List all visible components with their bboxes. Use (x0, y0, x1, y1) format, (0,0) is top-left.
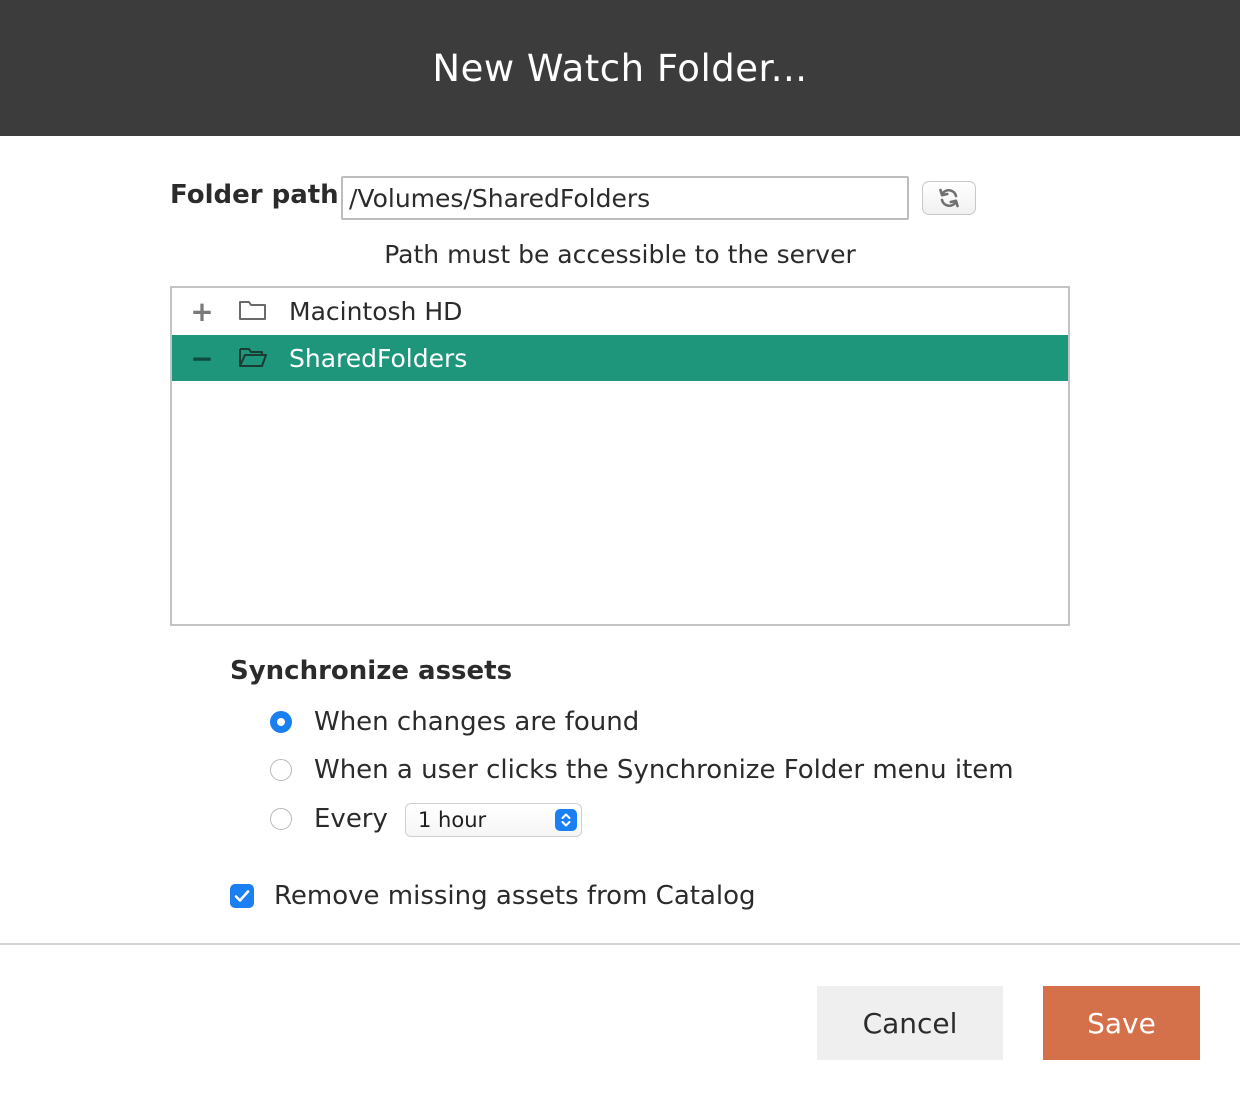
radio-label: When a user clicks the Synchronize Folde… (314, 755, 1014, 785)
tree-item-label: SharedFolders (289, 343, 468, 373)
radio-when-user-clicks[interactable]: When a user clicks the Synchronize Folde… (270, 752, 1014, 788)
tree-item-macintosh-hd[interactable]: + Macintosh HD (172, 288, 1068, 334)
radio-label: When changes are found (314, 707, 640, 737)
radio-every[interactable]: Every (270, 801, 388, 837)
folder-closed-icon (239, 301, 266, 320)
expand-icon[interactable]: + (190, 295, 214, 328)
footer-divider (0, 943, 1240, 945)
radio-label: Every (314, 804, 388, 834)
dialog-title-bar: New Watch Folder... (0, 0, 1240, 136)
refresh-icon (939, 188, 959, 208)
dialog-title: New Watch Folder... (432, 46, 808, 90)
radio-button[interactable] (270, 711, 292, 733)
tree-item-sharedfolders[interactable]: − SharedFolders (172, 335, 1068, 381)
save-button[interactable]: Save (1043, 986, 1200, 1060)
folder-tree[interactable]: + Macintosh HD − SharedFolders (170, 286, 1070, 626)
path-hint-text: Path must be accessible to the server (384, 240, 856, 269)
refresh-button[interactable] (922, 181, 976, 215)
radio-when-changes-found[interactable]: When changes are found (270, 704, 639, 740)
folder-path-label: Folder path (170, 180, 339, 210)
checkmark-icon (234, 890, 250, 902)
interval-select-value: 1 hour (418, 808, 487, 832)
folder-path-input[interactable] (341, 176, 909, 220)
interval-select[interactable]: 1 hour (405, 803, 582, 837)
collapse-icon[interactable]: − (190, 342, 214, 375)
radio-button[interactable] (270, 759, 292, 781)
remove-missing-label: Remove missing assets from Catalog (274, 881, 756, 911)
cancel-button[interactable]: Cancel (817, 986, 1003, 1060)
sync-assets-heading: Synchronize assets (230, 656, 513, 686)
remove-missing-checkbox[interactable] (230, 884, 254, 908)
folder-open-icon (239, 348, 267, 367)
remove-missing-assets-option[interactable]: Remove missing assets from Catalog (230, 878, 756, 914)
radio-button[interactable] (270, 808, 292, 830)
chevron-updown-icon (555, 809, 577, 831)
tree-item-label: Macintosh HD (289, 296, 463, 326)
